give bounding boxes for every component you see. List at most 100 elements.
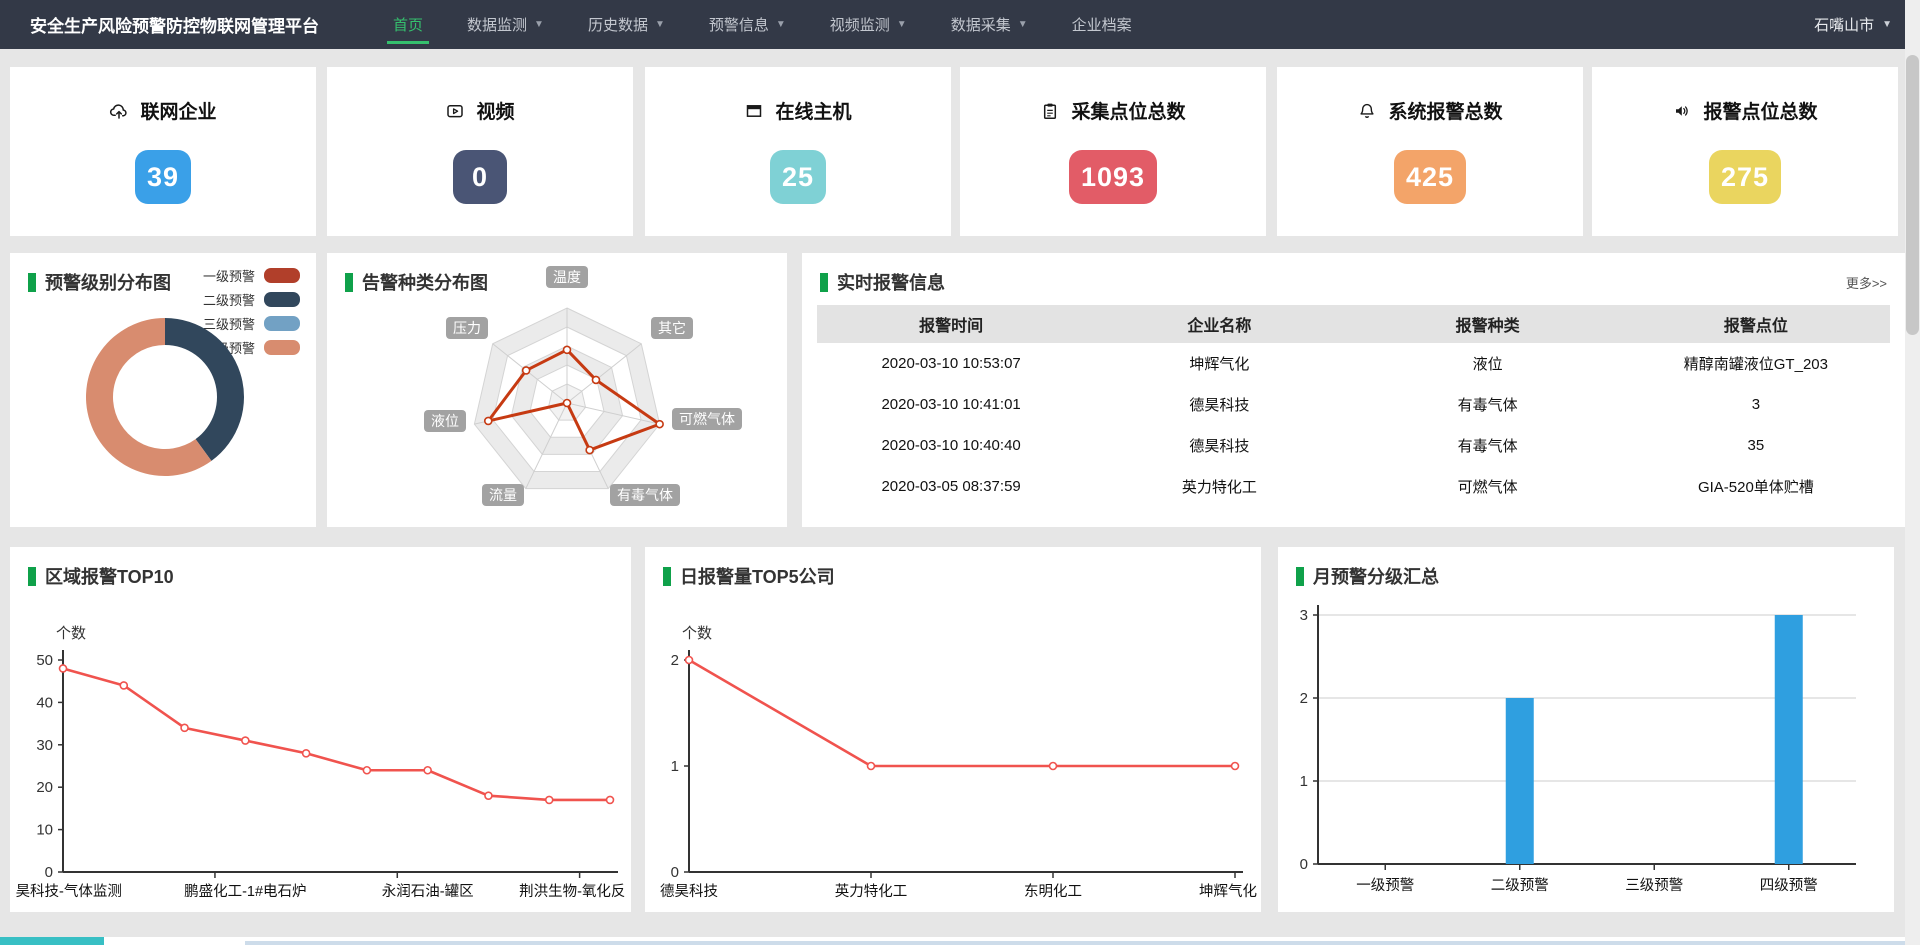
data-point — [868, 763, 875, 770]
nav-item[interactable]: 首页 — [371, 0, 445, 49]
nav-item-label: 视频监测 — [830, 14, 890, 35]
table-cell: 液位 — [1354, 353, 1622, 374]
nav-item[interactable]: 预警信息▼ — [687, 0, 808, 49]
radar-axis-label: 有毒气体 — [610, 484, 680, 506]
table-cell: 坤辉气化 — [1085, 353, 1353, 374]
chevron-down-icon: ▼ — [776, 19, 786, 30]
top-navbar: 安全生产风险预警防控物联网管理平台 首页数据监测▼历史数据▼预警信息▼视频监测▼… — [0, 0, 1920, 49]
scrollbar-thumb[interactable] — [1906, 55, 1919, 335]
svg-text:1: 1 — [1300, 773, 1308, 790]
clipboard-icon — [1040, 101, 1060, 121]
table-cell: GIA-520单体贮槽 — [1622, 476, 1890, 497]
page-scrollbar[interactable] — [1905, 0, 1920, 945]
svg-text:1: 1 — [671, 758, 679, 775]
data-point — [120, 682, 127, 689]
stat-label: 采集点位总数 — [1071, 97, 1185, 124]
realtime-alarm-card: 实时报警信息 更多>> 报警时间企业名称报警种类报警点位 2020-03-10 … — [802, 253, 1905, 527]
data-line — [63, 668, 610, 799]
radar-data-point — [523, 367, 530, 374]
more-link[interactable]: 更多>> — [1846, 273, 1887, 292]
stat-value-badge: 25 — [770, 150, 826, 204]
table-row: 2020-03-05 08:37:59英力特化工可燃气体GIA-520单体贮槽 — [817, 466, 1890, 507]
stat-card: 报警点位总数 275 — [1592, 67, 1898, 236]
chevron-down-icon: ▼ — [1882, 19, 1892, 30]
column-header: 报警种类 — [1354, 312, 1622, 336]
svg-text:0: 0 — [671, 864, 679, 881]
nav-item-label: 首页 — [393, 14, 423, 35]
nav-item-label: 企业档案 — [1072, 14, 1132, 35]
table-cell: 有毒气体 — [1354, 435, 1622, 456]
monitor-icon — [744, 101, 764, 121]
nav-item-label: 数据监测 — [467, 14, 527, 35]
alarm-table-header: 报警时间企业名称报警种类报警点位 — [817, 305, 1890, 343]
radar-data-point — [586, 447, 593, 454]
data-point — [303, 750, 310, 757]
nav-item[interactable]: 数据监测 ▼ — [445, 0, 566, 49]
svg-text:2: 2 — [671, 652, 679, 669]
svg-text:个数: 个数 — [56, 625, 86, 642]
chevron-down-icon: ▼ — [534, 19, 544, 30]
footer-strip — [0, 937, 1905, 945]
table-row: 2020-03-10 10:40:40德昊科技有毒气体35 — [817, 425, 1890, 466]
donut-slice-二级预警 — [165, 318, 244, 461]
radar-data-point — [564, 400, 571, 407]
svg-text:2: 2 — [1300, 690, 1308, 707]
nav-item[interactable]: 数据采集▼ — [929, 0, 1050, 49]
svg-text:永润石油-罐区: 永润石油-罐区 — [382, 883, 474, 900]
svg-text:鹏盛化工-1#电石炉: 鹏盛化工-1#电石炉 — [184, 883, 306, 900]
table-cell: 精醇南罐液位GT_203 — [1622, 353, 1890, 374]
stat-value-badge: 39 — [135, 150, 191, 204]
svg-text:10: 10 — [36, 822, 53, 839]
stat-label: 报警点位总数 — [1703, 97, 1817, 124]
alarm-type-radar-chart — [327, 253, 787, 527]
alarm-table: 报警时间企业名称报警种类报警点位 2020-03-10 10:53:07坤辉气化… — [817, 305, 1890, 507]
data-point — [181, 724, 188, 731]
table-cell: 2020-03-10 10:41:01 — [817, 396, 1085, 413]
region-top10-line-chart: 个数01020304050昊科技-气体监测鹏盛化工-1#电石炉永润石油-罐区荆洪… — [10, 547, 631, 912]
svg-text:50: 50 — [36, 652, 53, 669]
alarm-type-card: 告警种类分布图 温度其它可燃气体有毒气体流量液位压力 — [327, 253, 787, 527]
stat-value-badge: 0 — [453, 150, 507, 204]
app-title: 安全生产风险预警防控物联网管理平台 — [30, 12, 319, 37]
table-cell: 2020-03-10 10:40:40 — [817, 437, 1085, 454]
nav-item-label: 历史数据 — [588, 14, 648, 35]
nav-item[interactable]: 企业档案 — [1050, 0, 1154, 49]
svg-text:个数: 个数 — [682, 625, 712, 642]
chevron-down-icon: ▼ — [897, 19, 907, 30]
data-point — [1232, 763, 1239, 770]
radar-data-point — [592, 376, 599, 383]
table-cell: 35 — [1622, 437, 1890, 454]
table-cell: 2020-03-10 10:53:07 — [817, 355, 1085, 372]
warning-level-donut-chart — [10, 253, 316, 527]
footer-teal-block — [0, 937, 104, 945]
stat-value-badge: 275 — [1709, 150, 1781, 204]
alarm-table-body: 2020-03-10 10:53:07坤辉气化液位精醇南罐液位GT_203202… — [817, 343, 1890, 507]
column-header: 报警点位 — [1622, 312, 1890, 336]
stat-card: 视频0 — [327, 67, 633, 236]
svg-text:二级预警: 二级预警 — [1491, 877, 1549, 894]
nav-item[interactable]: 历史数据▼ — [566, 0, 687, 49]
svg-text:3: 3 — [1300, 607, 1308, 624]
svg-text:荆洪生物-氧化反: 荆洪生物-氧化反 — [519, 883, 625, 900]
region-selector[interactable]: 石嘴山市 ▼ — [1814, 14, 1892, 35]
column-header: 企业名称 — [1085, 312, 1353, 336]
speaker-icon — [1672, 101, 1692, 121]
nav-item[interactable]: 视频监测 ▼ — [808, 0, 929, 49]
bar-二级预警 — [1506, 698, 1534, 864]
data-point — [424, 767, 431, 774]
data-point — [546, 796, 553, 803]
stat-card: 采集点位总数1093 — [960, 67, 1266, 236]
green-bar-icon — [820, 273, 828, 292]
dashboard-page: 安全生产风险预警防控物联网管理平台 首页数据监测▼历史数据▼预警信息▼视频监测▼… — [0, 0, 1920, 945]
svg-text:东明化工: 东明化工 — [1024, 883, 1082, 900]
svg-text:坤辉气化: 坤辉气化 — [1199, 883, 1257, 900]
bar-四级预警 — [1775, 615, 1803, 864]
table-cell: 德昊科技 — [1085, 394, 1353, 415]
table-cell: 有毒气体 — [1354, 394, 1622, 415]
svg-text:四级预警: 四级预警 — [1760, 877, 1818, 894]
svg-text:40: 40 — [36, 694, 53, 711]
stat-card: 系统报警总数425 — [1277, 67, 1583, 236]
radar-axis-label: 压力 — [446, 317, 488, 339]
table-row: 2020-03-10 10:53:07坤辉气化液位精醇南罐液位GT_203 — [817, 343, 1890, 384]
radar-data-point — [564, 346, 571, 353]
